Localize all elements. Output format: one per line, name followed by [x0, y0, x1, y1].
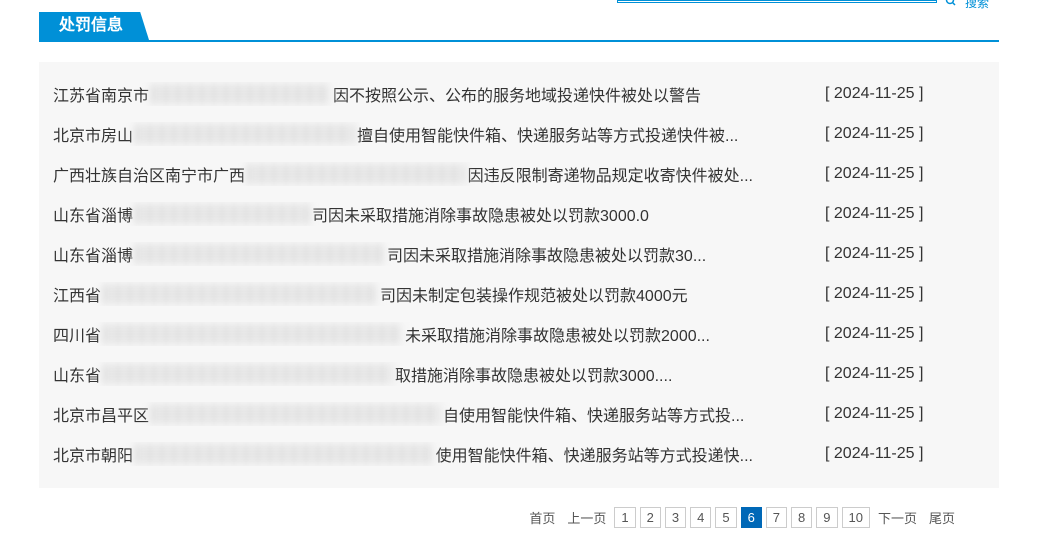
list-item: 山东省淄博 司因未采取措施消除事故隐患被处以罚款30... [ 2024-11-25… [53, 234, 985, 274]
list-item-suffix: 因违反限制寄递物品规定收寄快件被处... [468, 162, 753, 186]
list-item-suffix: 擅自使用智能快件箱、快递服务站等方式投递快件被... [357, 122, 738, 146]
pager-page-8[interactable]: 8 [791, 507, 812, 528]
redacted-segment [135, 244, 385, 264]
redacted-segment [151, 84, 331, 104]
list-item-date: [ 2024-11-25 ] [825, 245, 985, 263]
list-item-suffix: 因不按照公示、公布的服务地域投递快件被处以警告 [333, 82, 701, 106]
redacted-segment [103, 324, 403, 344]
list-item-prefix: 江西省 [53, 282, 101, 306]
list-item-link[interactable]: 广西壮族自治区南宁市广西 因违反限制寄递物品规定收寄快件被处... [53, 162, 753, 186]
list-item-prefix: 山东省淄博 [53, 202, 133, 226]
redacted-segment [135, 204, 310, 224]
pager-page-7[interactable]: 7 [766, 507, 787, 528]
list-item-date: [ 2024-11-25 ] [825, 325, 985, 343]
list-item: 山东省 取措施消除事故隐患被处以罚款3000.... [ 2024-11-25 ] [53, 354, 985, 394]
pager-page-9[interactable]: 9 [816, 507, 837, 528]
list-item-link[interactable]: 四川省 未采取措施消除事故隐患被处以罚款2000... [53, 322, 753, 346]
redacted-segment [103, 284, 378, 304]
list-item-date: [ 2024-11-25 ] [825, 85, 985, 103]
redacted-segment [103, 364, 393, 384]
pager-page-1[interactable]: 1 [614, 507, 635, 528]
list-item-suffix: 自使用智能快件箱、快递服务站等方式投... [443, 402, 744, 426]
search-icon[interactable] [945, 0, 957, 7]
list-item-link[interactable]: 北京市昌平区 自使用智能快件箱、快递服务站等方式投... [53, 402, 753, 426]
list-item-link[interactable]: 北京市朝阳 使用智能快件箱、快递服务站等方式投递快... [53, 442, 753, 466]
pager-prev[interactable]: 上一页 [563, 506, 610, 529]
list-item-link[interactable]: 江西省 司因未制定包装操作规范被处以罚款4000元 [53, 282, 753, 306]
list-item: 四川省 未采取措施消除事故隐患被处以罚款2000... [ 2024-11-25 ] [53, 314, 985, 354]
list-item: 北京市房山 擅自使用智能快件箱、快递服务站等方式投递快件被... [ 2024-11… [53, 114, 985, 154]
list-item: 山东省淄博 司因未采取措施消除事故隐患被处以罚款3000.0 [ 2024-11-2… [53, 194, 985, 234]
list-item-link[interactable]: 江苏省南京市 因不按照公示、公布的服务地域投递快件被处以警告 [53, 82, 753, 106]
search-input[interactable] [617, 0, 937, 3]
pager-page-4[interactable]: 4 [690, 507, 711, 528]
list-item: 广西壮族自治区南宁市广西 因违反限制寄递物品规定收寄快件被处... [ 2024-1… [53, 154, 985, 194]
redacted-segment [247, 164, 466, 184]
list-item-link[interactable]: 山东省 取措施消除事故隐患被处以罚款3000.... [53, 362, 753, 386]
list-item-suffix: 司因未采取措施消除事故隐患被处以罚款3000.0 [312, 202, 649, 226]
redacted-segment [135, 124, 355, 144]
list-item-date: [ 2024-11-25 ] [825, 285, 985, 303]
list-item-date: [ 2024-11-25 ] [825, 165, 985, 183]
list-item-link[interactable]: 山东省淄博 司因未采取措施消除事故隐患被处以罚款3000.0 [53, 202, 753, 226]
list-item-suffix: 未采取措施消除事故隐患被处以罚款2000... [405, 322, 710, 346]
list-item: 北京市昌平区 自使用智能快件箱、快递服务站等方式投... [ 2024-11-25 … [53, 394, 985, 434]
list-item-prefix: 北京市房山 [53, 122, 133, 146]
redacted-segment [135, 444, 434, 464]
pager-page-6[interactable]: 6 [741, 507, 762, 528]
list-item-prefix: 江苏省南京市 [53, 82, 149, 106]
section-title: 处罚信息 [39, 12, 149, 40]
search-label: 搜索 [965, 0, 989, 11]
list-item-prefix: 北京市朝阳 [53, 442, 133, 466]
pager-page-10[interactable]: 10 [842, 507, 870, 528]
pager-first[interactable]: 首页 [525, 506, 559, 529]
pager-page-5[interactable]: 5 [715, 507, 736, 528]
list-item-date: [ 2024-11-25 ] [825, 365, 985, 383]
list-item-suffix: 司因未制定包装操作规范被处以罚款4000元 [380, 282, 688, 306]
list-item: 北京市朝阳 使用智能快件箱、快递服务站等方式投递快... [ 2024-11-25 … [53, 434, 985, 474]
list-item-prefix: 北京市昌平区 [53, 402, 149, 426]
redacted-segment [151, 404, 441, 424]
list-item-prefix: 广西壮族自治区南宁市广西 [53, 162, 245, 186]
list-item-link[interactable]: 北京市房山 擅自使用智能快件箱、快递服务站等方式投递快件被... [53, 122, 753, 146]
pager-last[interactable]: 尾页 [925, 506, 959, 529]
list-item-link[interactable]: 山东省淄博 司因未采取措施消除事故隐患被处以罚款30... [53, 242, 753, 266]
pager-next[interactable]: 下一页 [874, 506, 921, 529]
pager-page-3[interactable]: 3 [665, 507, 686, 528]
list-item-suffix: 使用智能快件箱、快递服务站等方式投递快... [436, 442, 753, 466]
list-item-date: [ 2024-11-25 ] [825, 205, 985, 223]
list-item-suffix: 司因未采取措施消除事故隐患被处以罚款30... [387, 242, 706, 266]
list-item-prefix: 四川省 [53, 322, 101, 346]
list-item-date: [ 2024-11-25 ] [825, 445, 985, 463]
list-item-suffix: 取措施消除事故隐患被处以罚款3000.... [395, 362, 672, 386]
list-item-prefix: 山东省 [53, 362, 101, 386]
list-item-date: [ 2024-11-25 ] [825, 405, 985, 423]
list-item: 江西省 司因未制定包装操作规范被处以罚款4000元 [ 2024-11-25 ] [53, 274, 985, 314]
list-item-prefix: 山东省淄博 [53, 242, 133, 266]
list-item-date: [ 2024-11-25 ] [825, 125, 985, 143]
pager-page-2[interactable]: 2 [640, 507, 661, 528]
list-item: 江苏省南京市 因不按照公示、公布的服务地域投递快件被处以警告 [ 2024-11-2… [53, 74, 985, 114]
